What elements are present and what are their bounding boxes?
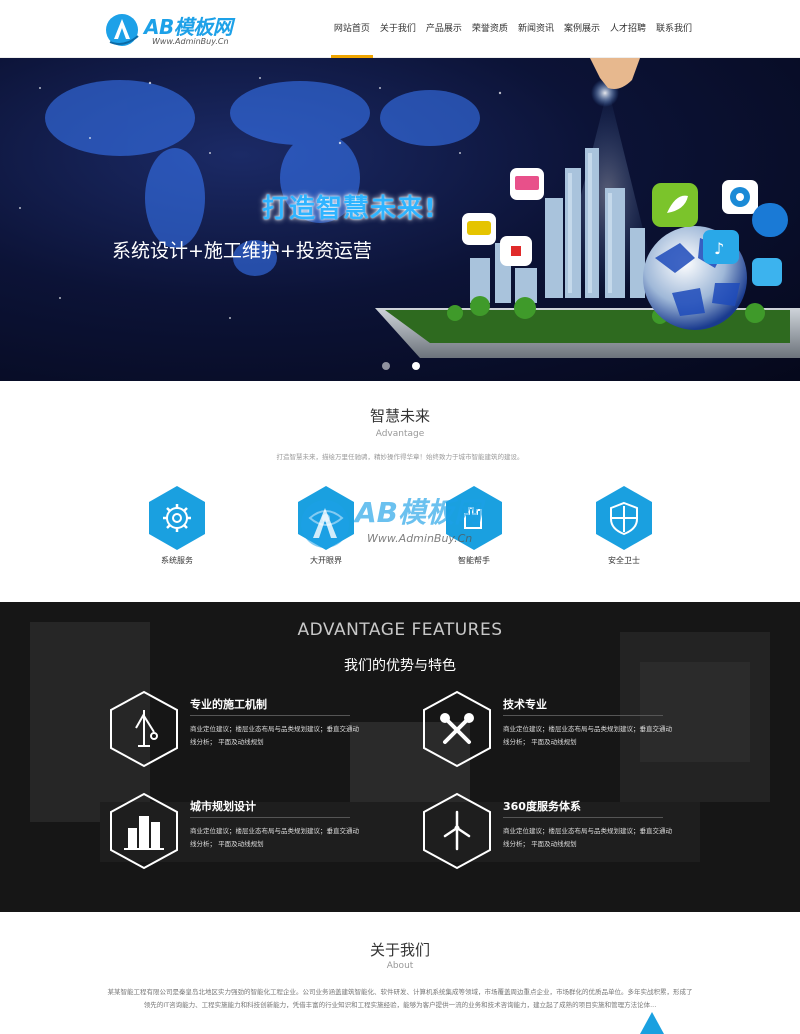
nav-item-about[interactable]: 关于我们 <box>375 0 421 58</box>
nav-item-products[interactable]: 产品展示 <box>421 0 467 58</box>
nav-item-cases[interactable]: 案例展示 <box>559 0 605 58</box>
slider-dot-1[interactable] <box>382 362 390 370</box>
svg-text:♪: ♪ <box>714 239 724 258</box>
nav-item-jobs[interactable]: 人才招聘 <box>605 0 651 58</box>
feature-item-tech[interactable]: 技术专业 商业定位建议；楼层业态布局与品类规划建议；垂直交通动线分析； 平面及动… <box>421 690 691 780</box>
buildings-icon <box>110 792 178 870</box>
features-title: ADVANTAGE FEATURES <box>297 620 503 640</box>
site-header: AB模板网 Www.AdminBuy.Cn 网站首页 关于我们 产品展示 荣誉资… <box>0 0 800 58</box>
feature-item-service[interactable]: 360度服务体系 商业定位建议；楼层业态布局与品类规划建议；垂直交通动线分析； … <box>421 792 691 882</box>
service-item-system[interactable]: 系统服务 <box>142 484 212 566</box>
slider-dot-2[interactable] <box>412 362 420 370</box>
advantage-title: 智慧未来 <box>369 407 430 425</box>
feature-divider <box>503 817 663 818</box>
advantage-subtitle: Advantage <box>375 429 425 439</box>
feature-desc-service: 商业定位建议；楼层业态布局与品类规划建议；垂直交通动线分析； 平面及动线规划 <box>503 827 672 848</box>
advantage-section: 智慧未来 Advantage 打造智慧未来，描绘万里任驰骋，精妙操作得华章！始终… <box>0 381 800 602</box>
service-label-security: 安全卫士 <box>608 556 640 565</box>
feature-title-tech: 技术专业 <box>503 698 547 711</box>
service-label-vision: 大开眼界 <box>310 556 342 565</box>
features-subtitle: 我们的优势与特色 <box>344 658 456 674</box>
hand-icon <box>446 486 502 550</box>
logo-subtext: Www.AdminBuy.Cn <box>152 37 229 46</box>
slider-dots <box>382 362 420 370</box>
main-nav: 网站首页 关于我们 产品展示 荣誉资质 新闻资讯 案例展示 人才招聘 联系我们 <box>329 0 697 58</box>
feature-desc-planning: 商业定位建议；楼层业态布局与品类规划建议；垂直交通动线分析； 平面及动线规划 <box>190 827 359 848</box>
logo-text: AB模板网 <box>144 15 233 39</box>
about-subtitle: About <box>386 961 414 971</box>
feature-desc-construction: 商业定位建议；楼层业态布局与品类规划建议；垂直交通动线分析； 平面及动线规划 <box>190 725 359 746</box>
eye-icon <box>298 486 354 550</box>
feature-divider <box>190 817 350 818</box>
banner-title: 打造智慧未来! <box>262 194 437 224</box>
about-title: 关于我们 <box>369 941 430 959</box>
nav-item-contact[interactable]: 联系我们 <box>651 0 697 58</box>
crane-icon <box>110 690 178 768</box>
hero-banner[interactable]: ♪ 打造智慧未来! 系统设计+施工维护+投资运营 <box>0 58 800 381</box>
windmill-icon <box>423 792 491 870</box>
feature-title-service: 360度服务体系 <box>503 800 581 813</box>
gear-icon <box>149 486 205 550</box>
feature-item-planning[interactable]: 城市规划设计 商业定位建议；楼层业态布局与品类规划建议；垂直交通动线分析； 平面… <box>108 792 378 882</box>
advantage-desc: 打造智慧未来，描绘万里任驰骋，精妙操作得华章！始终致力于城市智能建筑的建设。 <box>276 453 524 461</box>
about-text: 某某智能工程有限公司是秦皇岛北地区实力强劲的智能化工程企业。公司业务涵盖建筑智能… <box>107 988 693 1009</box>
service-item-vision[interactable]: 大开眼界 <box>291 484 361 566</box>
tools-icon <box>423 690 491 768</box>
banner-subtitle: 系统设计+施工维护+投资运营 <box>112 240 372 262</box>
logo-a-icon <box>106 14 139 46</box>
shield-icon <box>596 486 652 550</box>
service-item-security[interactable]: 安全卫士 <box>589 484 659 566</box>
feature-title-planning: 城市规划设计 <box>190 800 256 813</box>
triangle-decoration-icon <box>640 1012 664 1034</box>
about-section: 关于我们 About 某某智能工程有限公司是秦皇岛北地区实力强劲的智能化工程企业… <box>0 912 800 1034</box>
feature-desc-tech: 商业定位建议；楼层业态布局与品类规划建议；垂直交通动线分析； 平面及动线规划 <box>503 725 672 746</box>
service-item-helper[interactable]: 智能帮手 <box>439 484 509 566</box>
nav-item-honors[interactable]: 荣誉资质 <box>467 0 513 58</box>
nav-item-home[interactable]: 网站首页 <box>329 0 375 58</box>
service-label-system: 系统服务 <box>161 556 193 565</box>
site-logo[interactable]: AB模板网 Www.AdminBuy.Cn <box>104 10 254 50</box>
nav-item-news[interactable]: 新闻资讯 <box>513 0 559 58</box>
service-label-helper: 智能帮手 <box>458 556 490 565</box>
feature-title-construction: 专业的施工机制 <box>190 698 267 711</box>
features-section: ADVANTAGE FEATURES 我们的优势与特色 专业的施工机制 商业定位… <box>0 602 800 912</box>
feature-divider <box>190 715 350 716</box>
feature-item-construction[interactable]: 专业的施工机制 商业定位建议；楼层业态布局与品类规划建议；垂直交通动线分析； 平… <box>108 690 378 780</box>
feature-divider <box>503 715 663 716</box>
